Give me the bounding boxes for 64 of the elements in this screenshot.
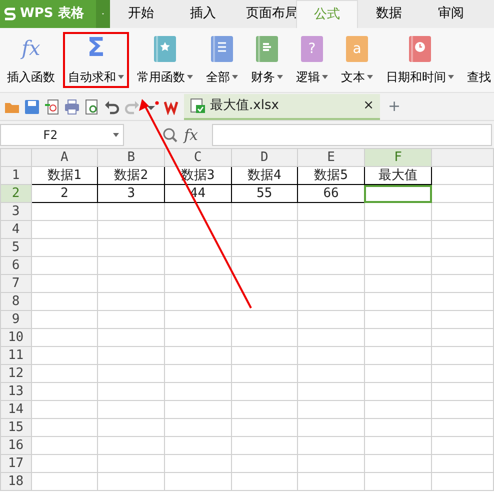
row-header[interactable]: 15 bbox=[0, 418, 32, 436]
print-icon[interactable] bbox=[64, 98, 80, 114]
spreadsheet-file-icon bbox=[190, 98, 206, 114]
ribbon-button[interactable]: a 文本 bbox=[336, 32, 378, 88]
table-cell: 数据1 bbox=[31, 166, 98, 184]
row-header[interactable]: 14 bbox=[0, 400, 32, 418]
logo-icon bbox=[4, 7, 16, 21]
selected-cell[interactable] bbox=[364, 184, 432, 202]
table-cell: 数据5 bbox=[298, 166, 364, 184]
table-cell: 66 bbox=[298, 184, 364, 202]
column-header[interactable]: A bbox=[31, 148, 98, 166]
table-cell: 2 bbox=[31, 184, 98, 202]
formula-input[interactable] bbox=[212, 124, 492, 146]
ribbon-button[interactable]: 查找 bbox=[462, 32, 494, 88]
column-header[interactable]: E bbox=[298, 148, 364, 166]
row-header[interactable]: 3 bbox=[0, 202, 32, 220]
row-header[interactable]: 9 bbox=[0, 310, 32, 328]
column-header[interactable]: F bbox=[364, 148, 432, 166]
ribbon-button[interactable]: Σ 自动求和 bbox=[63, 32, 129, 88]
zoom-formula-icon[interactable] bbox=[162, 126, 178, 142]
print-preview-icon[interactable] bbox=[84, 98, 100, 114]
row-header[interactable]: 13 bbox=[0, 382, 32, 400]
row-header[interactable]: 10 bbox=[0, 328, 32, 346]
row-header[interactable]: 2 bbox=[0, 184, 32, 202]
table-cell: 数据3 bbox=[164, 166, 232, 184]
row-header[interactable]: 11 bbox=[0, 346, 32, 364]
ribbon-button[interactable]: ? 逻辑 bbox=[291, 32, 333, 88]
new-tab-button[interactable]: + bbox=[388, 95, 401, 118]
column-header[interactable]: D bbox=[231, 148, 298, 166]
row-header[interactable]: 4 bbox=[0, 220, 32, 238]
ribbon-button[interactable]: 财务 bbox=[246, 32, 288, 88]
row-header[interactable]: 6 bbox=[0, 256, 32, 274]
ribbon-button[interactable]: fx 插入函数 bbox=[2, 32, 60, 88]
name-box[interactable]: F2 bbox=[0, 124, 124, 146]
column-header[interactable]: B bbox=[98, 148, 164, 166]
row-header[interactable]: 5 bbox=[0, 238, 32, 256]
save-icon[interactable] bbox=[24, 98, 40, 114]
close-tab-button[interactable]: × bbox=[363, 96, 374, 116]
table-cell: 最大值 bbox=[364, 166, 432, 184]
file-tab[interactable]: 最大值.xlsx × bbox=[184, 94, 380, 120]
row-header[interactable]: 17 bbox=[0, 454, 32, 472]
row-header[interactable]: 16 bbox=[0, 436, 32, 454]
function-book-icon: ? bbox=[301, 36, 323, 62]
ribbon-tab[interactable]: 插入 bbox=[172, 0, 234, 28]
table-cell: 数据4 bbox=[231, 166, 298, 184]
ribbon-tab[interactable]: 数据 bbox=[358, 0, 420, 28]
caret-icon bbox=[113, 132, 119, 136]
ribbon-button[interactable]: 全部 bbox=[201, 32, 243, 88]
ribbon-button[interactable]: 常用函数 bbox=[132, 32, 198, 88]
row-header[interactable]: 7 bbox=[0, 274, 32, 292]
undo-icon[interactable] bbox=[104, 98, 120, 114]
ribbon-button[interactable]: 日期和时间 bbox=[381, 32, 459, 88]
row-header[interactable]: 18 bbox=[0, 472, 32, 490]
function-book-icon: a bbox=[346, 36, 368, 62]
ribbon-tab[interactable]: 开始 bbox=[110, 0, 172, 28]
row-header[interactable]: 8 bbox=[0, 292, 32, 310]
table-cell: 3 bbox=[98, 184, 164, 202]
column-header[interactable]: C bbox=[164, 148, 232, 166]
table-cell: 55 bbox=[231, 184, 298, 202]
ribbon-tab[interactable]: 审阅 bbox=[420, 0, 482, 28]
insert-function-button[interactable]: fx bbox=[184, 124, 198, 144]
row-header[interactable]: 1 bbox=[0, 166, 32, 184]
table-cell: 数据2 bbox=[98, 166, 164, 184]
row-header[interactable]: 12 bbox=[0, 364, 32, 382]
